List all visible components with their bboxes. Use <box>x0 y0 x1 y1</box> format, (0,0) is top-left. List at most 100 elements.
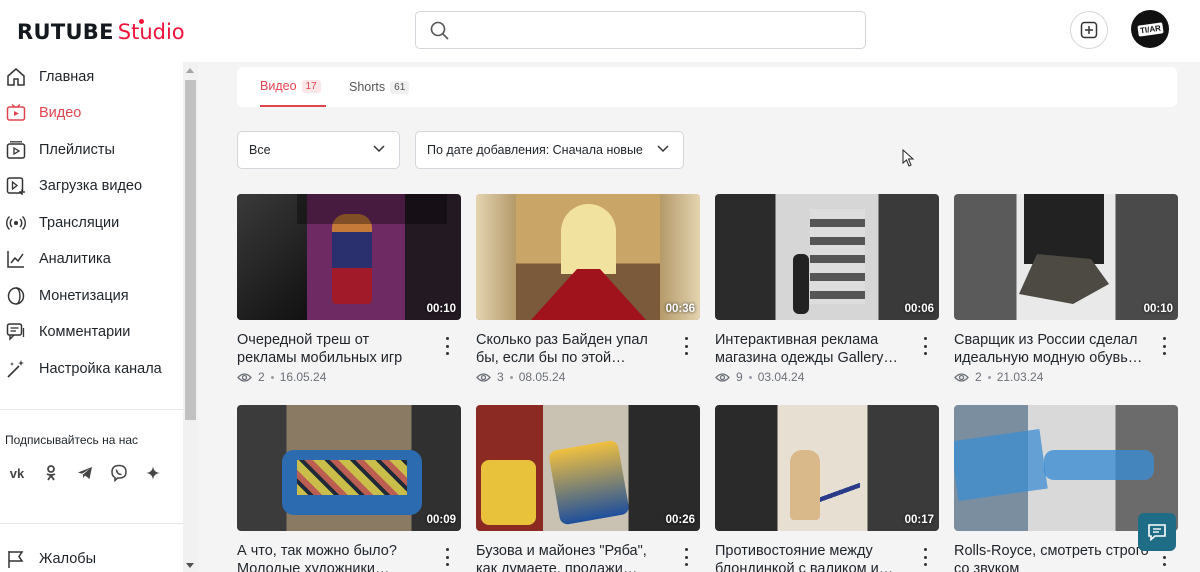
video-card[interactable]: 00:17 Противостояние между блондинкой с … <box>715 405 939 572</box>
sidebar-item-label: Аналитика <box>39 251 111 267</box>
video-date: 08.05.24 <box>518 370 566 384</box>
broadcast-icon <box>6 213 26 233</box>
more-options-icon[interactable] <box>441 337 453 355</box>
analytics-icon <box>6 249 26 269</box>
video-duration: 00:36 <box>665 303 695 315</box>
chevron-down-icon <box>373 145 385 153</box>
sidebar-item-label: Жалобы <box>39 551 97 567</box>
video-card[interactable]: 00:09 А что, так можно было? Молодые худ… <box>237 405 461 572</box>
sidebar-item-upload[interactable]: Загрузка видео <box>0 168 183 204</box>
add-video-button[interactable] <box>1070 11 1108 49</box>
video-duration: 00:06 <box>904 303 934 315</box>
video-views: 2 <box>258 370 265 384</box>
video-duration: 00:10 <box>1143 303 1173 315</box>
sidebar-item-broadcasts[interactable]: Трансляции <box>0 205 183 241</box>
video-title[interactable]: А что, так можно было? Молодые художники… <box>237 543 432 572</box>
meta-separator <box>509 375 513 379</box>
more-options-icon[interactable] <box>1158 337 1170 355</box>
telegram-icon[interactable] <box>72 460 98 486</box>
tab-count: 61 <box>390 80 410 94</box>
meta-separator <box>987 375 991 379</box>
more-options-icon[interactable] <box>919 337 931 355</box>
scroll-up-arrow-icon[interactable] <box>186 68 194 73</box>
vk-icon[interactable]: vk <box>4 460 30 486</box>
sidebar-item-comments[interactable]: Комментарии <box>0 314 183 350</box>
tab-label: Видео <box>260 79 297 93</box>
video-views: 9 <box>736 370 743 384</box>
playlist-icon <box>6 140 26 160</box>
video-date: 21.03.24 <box>996 370 1044 384</box>
chevron-down-icon <box>657 145 669 153</box>
sidebar-item-label: Настройка канала <box>39 361 162 377</box>
video-thumbnail[interactable]: 00:26 <box>476 405 700 531</box>
tab-shorts[interactable]: Shorts 61 <box>349 67 410 107</box>
sidebar-item-home[interactable]: Главная <box>0 59 183 95</box>
support-chat-button[interactable] <box>1138 513 1176 551</box>
more-options-icon[interactable] <box>919 548 931 566</box>
video-title[interactable]: Сварщик из России сделал идеальную модну… <box>954 332 1149 367</box>
avatar-text: TI/AR <box>1136 21 1164 37</box>
video-thumbnail[interactable]: 00:06 <box>715 194 939 320</box>
divider <box>0 523 183 524</box>
sidebar-scrollbar[interactable] <box>183 62 198 572</box>
comments-icon <box>6 322 26 342</box>
video-duration: 00:10 <box>426 303 456 315</box>
type-filter-select[interactable]: Все <box>237 131 400 169</box>
sidebar-item-channel-settings[interactable]: Настройка канала <box>0 351 183 387</box>
sidebar-item-monetization[interactable]: Монетизация <box>0 278 183 314</box>
viber-icon[interactable] <box>106 460 132 486</box>
sort-select[interactable]: По дате добавления: Сначала новые <box>415 131 684 169</box>
video-icon <box>6 103 26 123</box>
scroll-down-arrow-icon[interactable] <box>186 563 194 568</box>
video-date: 16.05.24 <box>279 370 327 384</box>
video-thumbnail[interactable]: 00:36 <box>476 194 700 320</box>
subscribe-label: Подписывайтесь на нас <box>5 433 139 447</box>
video-thumbnail[interactable]: 00:09 <box>237 405 461 531</box>
flag-icon <box>6 549 26 569</box>
video-title[interactable]: Противостояние между блондинкой с валико… <box>715 543 910 572</box>
sidebar-item-analytics[interactable]: Аналитика <box>0 241 183 277</box>
video-views: 3 <box>497 370 504 384</box>
video-title[interactable]: Rolls-Royce, смотреть строго со звуком <box>954 543 1149 572</box>
video-meta: 2 21.03.24 <box>954 370 1043 384</box>
avatar[interactable]: TI/AR <box>1131 10 1169 48</box>
video-card[interactable]: 00:10 Сварщик из России сделал идеальную… <box>954 194 1178 384</box>
plus-square-icon <box>1080 21 1098 39</box>
video-meta: 9 03.04.24 <box>715 370 804 384</box>
video-duration: 00:09 <box>426 514 456 526</box>
video-card[interactable]: 00:10 Очередной треш от рекламы мобильны… <box>237 194 461 384</box>
sidebar-item-playlists[interactable]: Плейлисты <box>0 132 183 168</box>
more-options-icon[interactable] <box>680 548 692 566</box>
video-title[interactable]: Интерактивная реклама магазина одежды Ga… <box>715 332 910 367</box>
mouse-cursor-icon <box>902 149 915 167</box>
video-card[interactable]: 00:06 Интерактивная реклама магазина оде… <box>715 194 939 384</box>
tab-count: 17 <box>301 79 321 93</box>
home-icon <box>6 67 26 87</box>
video-thumbnail[interactable]: 00:17 <box>715 405 939 531</box>
logo-brand: RUTUBE <box>17 20 114 44</box>
more-options-icon[interactable] <box>680 337 692 355</box>
video-card[interactable]: 00:26 Бузова и майонез "Ряба", как думае… <box>476 405 700 572</box>
video-thumbnail[interactable]: 00:10 <box>954 194 1178 320</box>
content-tabs: Видео 17 Shorts 61 <box>237 67 1177 107</box>
ok-icon[interactable] <box>38 460 64 486</box>
dzen-icon[interactable] <box>140 460 166 486</box>
sidebar-item-video[interactable]: Видео <box>0 95 183 131</box>
video-duration: 00:17 <box>904 514 934 526</box>
sidebar-item-complaints[interactable]: Жалобы <box>0 541 183 572</box>
sidebar-item-label: Монетизация <box>39 288 129 304</box>
video-title[interactable]: Сколько раз Байден упал бы, если бы по э… <box>476 332 671 367</box>
search-input[interactable] <box>415 11 866 49</box>
more-options-icon[interactable] <box>441 548 453 566</box>
tab-video[interactable]: Видео 17 <box>260 67 326 107</box>
video-card[interactable]: 00:36 Сколько раз Байден упал бы, если б… <box>476 194 700 384</box>
rutube-studio-logo[interactable]: RUTUBE Studio <box>17 19 185 46</box>
video-title[interactable]: Бузова и майонез "Ряба", как думаете, пр… <box>476 543 671 572</box>
divider <box>0 409 183 410</box>
video-views: 2 <box>975 370 982 384</box>
tab-label: Shorts <box>349 80 386 94</box>
video-title[interactable]: Очередной треш от рекламы мобильных игр <box>237 332 432 367</box>
video-thumbnail[interactable]: 00:10 <box>237 194 461 320</box>
upload-icon <box>6 176 26 196</box>
scrollbar-thumb[interactable] <box>185 80 196 420</box>
